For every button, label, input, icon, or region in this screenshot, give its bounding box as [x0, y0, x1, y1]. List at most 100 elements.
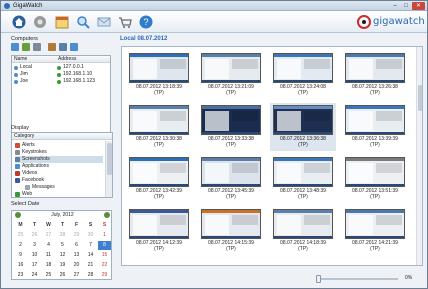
gallery-scroll-thumb[interactable]: [418, 85, 422, 111]
calendar-day[interactable]: 25: [14, 231, 27, 240]
calendar-month: July, 2012: [51, 212, 74, 218]
close-button[interactable]: ✕: [412, 2, 425, 10]
screenshot-thumbnail[interactable]: 08.07.2012 14:18:39 (TP): [270, 207, 336, 255]
screenshot-thumbnail[interactable]: 08.07.2012 13:45:39 (TP): [198, 155, 264, 203]
category-item[interactable]: Web: [15, 191, 103, 198]
screenshot-thumbnail[interactable]: 08.07.2012 13:33:38 (TP): [198, 103, 264, 151]
calendar-day[interactable]: 5: [56, 241, 69, 250]
calendar-day[interactable]: 26: [56, 271, 69, 280]
screenshot-thumbnail[interactable]: 08.07.2012 13:26:38 (TP): [342, 51, 408, 99]
calendar-day[interactable]: 26: [28, 231, 41, 240]
edit-computer-icon[interactable]: [22, 43, 30, 51]
calendar-day[interactable]: 4: [42, 241, 55, 250]
calendar-day[interactable]: 22: [98, 261, 111, 270]
maximize-button[interactable]: □: [401, 2, 411, 10]
screenshot-thumbnail[interactable]: 08.07.2012 13:51:39 (TP): [342, 155, 408, 203]
calendar-day[interactable]: 8: [98, 241, 111, 250]
column-address[interactable]: Address: [58, 56, 76, 63]
gallery-scrollbar[interactable]: [416, 47, 422, 265]
calendar-day[interactable]: 15: [98, 251, 111, 260]
calendar-day[interactable]: 18: [42, 261, 55, 270]
calendar-day[interactable]: 12: [56, 251, 69, 260]
calendar-day[interactable]: 16: [14, 261, 27, 270]
refresh-icon[interactable]: [70, 43, 78, 51]
calendar-day[interactable]: 19: [56, 261, 69, 270]
calendar-day[interactable]: 24: [28, 271, 41, 280]
screenshot-image: [273, 209, 333, 239]
computers-label: Computers: [11, 36, 38, 42]
calendar-day[interactable]: 27: [70, 271, 83, 280]
add-computer-icon[interactable]: [11, 43, 19, 51]
category-item[interactable]: Screenshots: [15, 156, 103, 163]
calendar-day[interactable]: 7: [84, 241, 97, 250]
category-item[interactable]: Alerts: [15, 142, 103, 149]
screenshot-thumbnail[interactable]: 08.07.2012 13:42:39 (TP): [126, 155, 192, 203]
calendar-day[interactable]: 28: [84, 271, 97, 280]
screenshot-thumbnail[interactable]: 08.07.2012 13:39:39 (TP): [342, 103, 408, 151]
calendar-day[interactable]: 25: [42, 271, 55, 280]
settings-button[interactable]: [32, 14, 48, 30]
screenshot-thumbnail[interactable]: 08.07.2012 14:15:39 (TP): [198, 207, 264, 255]
zoom-slider-knob[interactable]: [316, 275, 321, 283]
calendar-day[interactable]: 3: [28, 241, 41, 250]
search-icon: [77, 16, 90, 29]
category-item[interactable]: Keystrokes: [15, 149, 103, 156]
calendar-day[interactable]: 27: [42, 231, 55, 240]
screenshot-thumbnail[interactable]: 08.07.2012 13:18:39 (TP): [126, 51, 192, 99]
calendar-day[interactable]: 13: [70, 251, 83, 260]
help-button[interactable]: ?: [138, 14, 154, 30]
category-item[interactable]: Messages: [25, 184, 103, 191]
calendar-day[interactable]: 10: [28, 251, 41, 260]
screenshot-thumbnail[interactable]: 08.07.2012 13:48:39 (TP): [270, 155, 336, 203]
calendar-day[interactable]: 28: [56, 231, 69, 240]
screenshot-caption: 08.07.2012 13:21:09 (TP): [208, 84, 254, 96]
minimize-button[interactable]: –: [390, 2, 400, 10]
calendar-day[interactable]: 6: [70, 241, 83, 250]
computer-address: 192.168.1.123: [63, 78, 95, 84]
search-button[interactable]: [75, 14, 91, 30]
calendar-day[interactable]: 29: [70, 231, 83, 240]
calendar-day[interactable]: 11: [42, 251, 55, 260]
calendar-day[interactable]: 17: [28, 261, 41, 270]
category-scroll-thumb[interactable]: [107, 143, 112, 175]
computer-row[interactable]: Local 127.0.0.1: [12, 64, 110, 71]
screenshot-thumbnail[interactable]: 08.07.2012 13:36:38 (TP): [270, 103, 336, 151]
category-icon: [15, 192, 20, 197]
calendar-day[interactable]: 29: [98, 271, 111, 280]
screenshot-image: [129, 157, 189, 187]
home-button[interactable]: [11, 14, 27, 30]
computer-address: 127.0.0.1: [63, 64, 84, 70]
mail-icon: [97, 17, 111, 27]
zoom-slider-track[interactable]: [318, 278, 398, 280]
calendar-day[interactable]: 23: [14, 271, 27, 280]
remove-computer-icon[interactable]: [33, 43, 41, 51]
calendar-day[interactable]: 30: [84, 231, 97, 240]
computers-toolbar: [11, 43, 111, 52]
svg-text:?: ?: [143, 17, 148, 27]
mail-button[interactable]: [96, 14, 112, 30]
category-item[interactable]: Facebook: [15, 177, 103, 184]
screenshot-thumbnail[interactable]: 08.07.2012 14:12:39 (TP): [126, 207, 192, 255]
calendar-day[interactable]: 1: [98, 231, 111, 240]
screenshot-thumbnail[interactable]: 08.07.2012 13:21:09 (TP): [198, 51, 264, 99]
calendar-day[interactable]: 9: [14, 251, 27, 260]
category-item[interactable]: Applications: [15, 163, 103, 170]
column-name[interactable]: Name: [14, 56, 27, 63]
weekday-label: T: [60, 222, 65, 228]
screenshot-thumbnail[interactable]: 08.07.2012 13:24:08 (TP): [270, 51, 336, 99]
screenshot-caption: 08.07.2012 13:48:39 (TP): [280, 188, 326, 200]
category-scrollbar[interactable]: [105, 141, 112, 197]
calendar-day[interactable]: 21: [84, 261, 97, 270]
monitor-icon[interactable]: [59, 43, 67, 51]
screenshot-thumbnail[interactable]: 08.07.2012 13:30:38 (TP): [126, 103, 192, 151]
calendar-day[interactable]: 20: [70, 261, 83, 270]
computer-row[interactable]: Joe 192.168.1.123: [12, 78, 110, 85]
calendar-button[interactable]: [54, 14, 70, 30]
folder-icon[interactable]: [48, 43, 56, 51]
screenshot-thumbnail[interactable]: 08.07.2012 14:21:39 (TP): [342, 207, 408, 255]
computer-row[interactable]: Jim 192.168.1.10: [12, 71, 110, 78]
category-item[interactable]: Videos: [15, 170, 103, 177]
cart-button[interactable]: [117, 14, 133, 30]
calendar-day[interactable]: 2: [14, 241, 27, 250]
calendar-day[interactable]: 14: [84, 251, 97, 260]
